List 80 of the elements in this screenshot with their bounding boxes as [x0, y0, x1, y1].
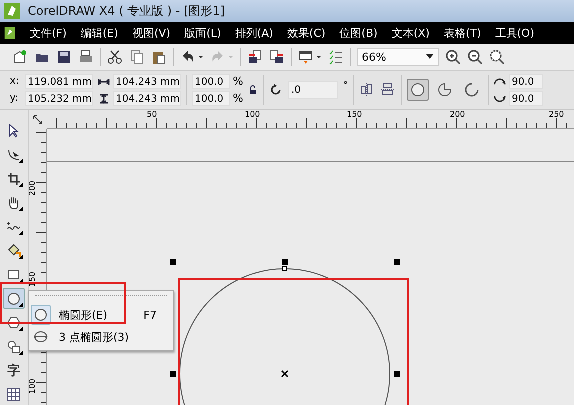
export-icon[interactable]	[269, 49, 285, 65]
tool-button[interactable]	[3, 288, 25, 309]
scale-y-field[interactable]: 100.0	[192, 91, 230, 106]
menu-item[interactable]: 排列(A)	[235, 26, 274, 40]
zoom-out-icon[interactable]	[467, 49, 483, 65]
publish-icon[interactable]	[298, 49, 314, 65]
rectangle-icon	[7, 268, 21, 282]
start-angle-icon	[494, 76, 506, 86]
ruler-label: 150	[29, 272, 38, 288]
scale-x-field[interactable]: 100.0	[192, 74, 230, 89]
pointer-arrow-icon	[7, 124, 21, 138]
rotate-icon	[269, 83, 284, 97]
save-icon[interactable]	[56, 49, 72, 65]
menu-item[interactable]: 效果(C)	[287, 26, 326, 40]
ruler-label: 200	[450, 110, 466, 119]
pie-icon	[438, 83, 452, 97]
menu-item[interactable]: 编辑(E)	[80, 26, 118, 40]
ruler-label: 100	[245, 110, 260, 119]
circle-square-icon	[7, 340, 21, 354]
menu-item[interactable]: 表格(T)	[444, 26, 482, 40]
node-handle[interactable]	[282, 266, 288, 272]
y-label: y:	[10, 93, 20, 104]
zoom-in-icon[interactable]	[445, 49, 461, 65]
menu-item[interactable]: 文件(F)	[30, 26, 67, 40]
menu-item[interactable]: 文本(X)	[392, 26, 430, 40]
menu-item[interactable]: 工具(O)	[495, 26, 534, 40]
caret-icon	[426, 54, 434, 60]
shape-node-icon	[7, 148, 21, 162]
ruler-label: 150	[347, 110, 362, 119]
height-field[interactable]: 104.243 mm	[113, 91, 181, 106]
end-angle-field[interactable]: 90.0	[508, 91, 543, 106]
x-position-field[interactable]: 119.081 mm	[25, 74, 93, 89]
ruler-label: 100	[29, 378, 38, 394]
degree-label: °	[343, 81, 348, 91]
width-icon	[98, 76, 110, 86]
hand-icon	[7, 196, 21, 210]
menu-item[interactable]: 位图(B)	[340, 26, 378, 40]
start-angle-field[interactable]: 90.0	[508, 74, 543, 89]
ruler-origin-icon[interactable]	[33, 114, 43, 124]
zoom-fit-icon[interactable]	[489, 49, 505, 65]
app-logo-icon	[4, 3, 20, 19]
menu-item[interactable]: 视图(V)	[132, 26, 171, 40]
arc-icon	[464, 83, 479, 97]
height-icon	[98, 94, 110, 104]
ellipse-icon	[7, 292, 21, 306]
document-icon[interactable]	[4, 26, 16, 40]
y-position-field[interactable]: 105.232 mm	[25, 91, 93, 106]
cut-icon[interactable]	[107, 49, 123, 65]
ellipse-mode-button[interactable]	[406, 79, 429, 101]
new-document-icon[interactable]	[12, 49, 28, 65]
text-tool-button[interactable]: 字	[3, 360, 25, 381]
copy-icon[interactable]	[129, 49, 145, 65]
percent-label: %	[233, 92, 244, 105]
ruler-label: 50	[147, 110, 158, 119]
import-icon[interactable]	[247, 49, 263, 65]
checklist-icon[interactable]	[328, 49, 344, 65]
flyout-menu-item[interactable]: 椭圆形(E) F7	[31, 304, 171, 326]
mirror-horizontal-icon[interactable]	[358, 82, 375, 98]
mirror-vertical-icon[interactable]	[380, 82, 396, 98]
hexagon-icon	[7, 316, 21, 330]
selection-handles[interactable]	[170, 259, 400, 377]
table-grid-icon	[7, 388, 21, 402]
width-field[interactable]: 104.243 mm	[113, 74, 181, 89]
x-label: x:	[10, 76, 20, 87]
window-title: CorelDRAW X4 ( 专业版 ) - [图形1]	[28, 2, 226, 20]
end-angle-icon	[494, 94, 506, 104]
circle-icon	[410, 83, 425, 97]
lock-icon[interactable]	[248, 85, 258, 95]
center-mark-icon	[281, 370, 289, 378]
paint-bucket-icon	[7, 244, 21, 258]
paste-icon[interactable]	[151, 49, 167, 65]
crop-icon	[7, 172, 21, 186]
menu-item[interactable]: 版面(L)	[184, 26, 222, 40]
rotation-field[interactable]: .0	[288, 81, 338, 99]
ruler-label: 200	[29, 180, 38, 196]
ruler-label: 250	[549, 110, 564, 119]
print-icon[interactable]	[78, 49, 94, 65]
flyout-menu-item[interactable]: 3 点椭圆形(3)	[31, 326, 171, 348]
zoom-dropdown[interactable]: 66%	[357, 48, 439, 66]
percent-label: %	[233, 75, 244, 88]
